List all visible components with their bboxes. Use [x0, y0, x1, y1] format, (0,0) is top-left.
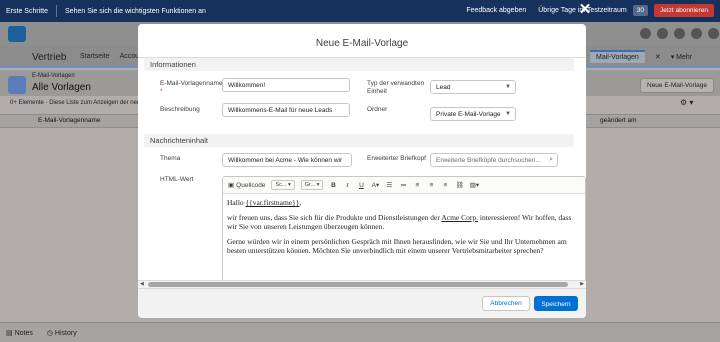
- subject-input[interactable]: Willkommen bei Acme - Wie können wir: [222, 153, 352, 167]
- section-information: Informationen: [144, 58, 574, 71]
- save-button[interactable]: Speichern: [534, 296, 578, 311]
- list-subtitle: E-Mail-Vorlagen: [32, 73, 75, 79]
- nav-right: Mail-Vorlagen ✕ ▾ Mehr: [590, 50, 692, 63]
- app-logo-icon: [8, 26, 26, 42]
- close-icon[interactable]: ✕: [578, 2, 592, 17]
- utility-bar: ▤ Notes ◷ History: [0, 322, 720, 342]
- trial-banner: Erste Schritte Sehen Sie sich die wichti…: [0, 0, 720, 22]
- tab-email-templates[interactable]: Mail-Vorlagen: [590, 50, 645, 63]
- setup-gear-icon[interactable]: [674, 28, 685, 39]
- list-settings-gear-icon[interactable]: ⚙ ▾: [680, 98, 693, 107]
- add-icon[interactable]: [640, 28, 651, 39]
- paragraph-2: Gerne würden wir in einem persönlichen G…: [227, 237, 567, 255]
- text-color-icon[interactable]: A▾: [371, 180, 380, 190]
- history-button[interactable]: ◷ History: [47, 329, 77, 337]
- column-header-name[interactable]: E-Mail-Vorlagenname: [38, 117, 101, 124]
- section-message: Nachrichteninhalt: [144, 134, 574, 147]
- new-template-button[interactable]: Neue E-Mail-Vorlage: [640, 78, 714, 93]
- list-title[interactable]: Alle Vorlagen: [32, 82, 91, 93]
- nav-item-home[interactable]: Startseite: [80, 53, 110, 60]
- underline-icon[interactable]: U: [357, 180, 365, 190]
- template-name-label: E-Mail-Vorlagenname *: [160, 80, 223, 95]
- entity-type-select[interactable]: Lead ▼: [430, 80, 516, 94]
- nav-item-accounts[interactable]: Accou: [120, 53, 139, 60]
- image-icon[interactable]: ▨▾: [470, 180, 479, 190]
- chevron-down-icon: ▼: [505, 84, 511, 90]
- description-label: Beschreibung: [160, 106, 200, 113]
- scroll-left-icon[interactable]: ◀: [140, 281, 144, 287]
- header-icons: [640, 28, 719, 39]
- search-icon: ⌕: [549, 156, 553, 163]
- source-code-button[interactable]: ▣ Quellcode: [228, 180, 265, 190]
- avatar[interactable]: [708, 28, 719, 39]
- numbered-list-icon[interactable]: ≔: [399, 180, 407, 190]
- column-header-date[interactable]: geändert am: [600, 117, 637, 124]
- scrollbar-thumb[interactable]: [148, 282, 568, 287]
- html-value-label: HTML-Wert: [160, 176, 194, 183]
- folder-select[interactable]: Private E-Mail-Vorlage ▼: [430, 107, 516, 121]
- divider: [56, 5, 58, 17]
- chevron-down-icon: ▼: [505, 111, 511, 117]
- bullet-list-icon[interactable]: ☰: [385, 180, 393, 190]
- align-center-icon[interactable]: ≡: [427, 180, 435, 190]
- letterhead-search-input[interactable]: Erweiterte Briefköpfe durchsuchen... ⌕: [430, 153, 558, 167]
- help-icon[interactable]: [657, 28, 668, 39]
- notes-button[interactable]: ▤ Notes: [6, 329, 33, 337]
- link-icon[interactable]: ⛓: [455, 180, 463, 190]
- size-select[interactable]: Gr... ▾: [300, 180, 324, 190]
- cancel-button[interactable]: Abbrechen: [482, 296, 530, 311]
- horizontal-scrollbar[interactable]: ◀ ▶: [138, 280, 586, 288]
- list-info: 0+ Elemente · Diese Liste zum Anzeigen d…: [10, 100, 144, 106]
- rich-text-editor[interactable]: ▣ Quellcode Sc... ▾ Gr... ▾ B I U A▾ ☰ ≔…: [222, 176, 586, 282]
- subscribe-button[interactable]: Jetzt abonnieren: [653, 4, 714, 17]
- description-input[interactable]: Willkommens-E-Mail für neue Leads: [222, 103, 350, 117]
- more-menu[interactable]: ▾ Mehr: [671, 53, 692, 61]
- italic-icon[interactable]: I: [343, 180, 351, 190]
- editor-toolbar: ▣ Quellcode Sc... ▾ Gr... ▾ B I U A▾ ☰ ≔…: [223, 177, 585, 194]
- align-left-icon[interactable]: ≡: [413, 180, 421, 190]
- modal-title: Neue E-Mail-Vorlage: [315, 38, 409, 49]
- app-name: Vertrieb: [32, 52, 67, 63]
- subject-label: Thema: [160, 155, 181, 162]
- first-steps-link[interactable]: Erste Schritte: [6, 8, 48, 15]
- functions-link[interactable]: Sehen Sie sich die wichtigsten Funktione…: [65, 8, 206, 15]
- nav-items: Startseite Accou: [80, 53, 139, 60]
- email-template-icon: [8, 76, 26, 94]
- tab-close-icon[interactable]: ✕: [655, 53, 661, 61]
- template-name-input[interactable]: Willkommen!: [222, 78, 350, 92]
- align-right-icon[interactable]: ≡: [441, 180, 449, 190]
- font-select[interactable]: Sc... ▾: [271, 180, 295, 190]
- entity-type-label: Typ der verwandten Einheit: [367, 80, 425, 95]
- new-email-template-modal: Neue E-Mail-Vorlage Informationen E-Mail…: [138, 24, 586, 318]
- letterhead-label: Erweiterter Briefkopf: [367, 155, 426, 162]
- notifications-icon[interactable]: [691, 28, 702, 39]
- folder-label: Ordner: [367, 106, 388, 113]
- feedback-link[interactable]: Feedback abgeben: [466, 7, 526, 14]
- bold-icon[interactable]: B: [329, 180, 337, 190]
- greeting-line: Hallo {{var.firstname}},: [227, 198, 302, 207]
- scroll-right-icon[interactable]: ▶: [580, 281, 584, 287]
- paragraph-1: wir freuen uns, dass Sie sich für die Pr…: [227, 213, 572, 231]
- merge-field[interactable]: {{var.firstname}}: [246, 198, 300, 207]
- editor-content[interactable]: Hallo {{var.firstname}}, wir freuen uns,…: [227, 198, 577, 261]
- trial-days-badge: 30: [632, 5, 648, 16]
